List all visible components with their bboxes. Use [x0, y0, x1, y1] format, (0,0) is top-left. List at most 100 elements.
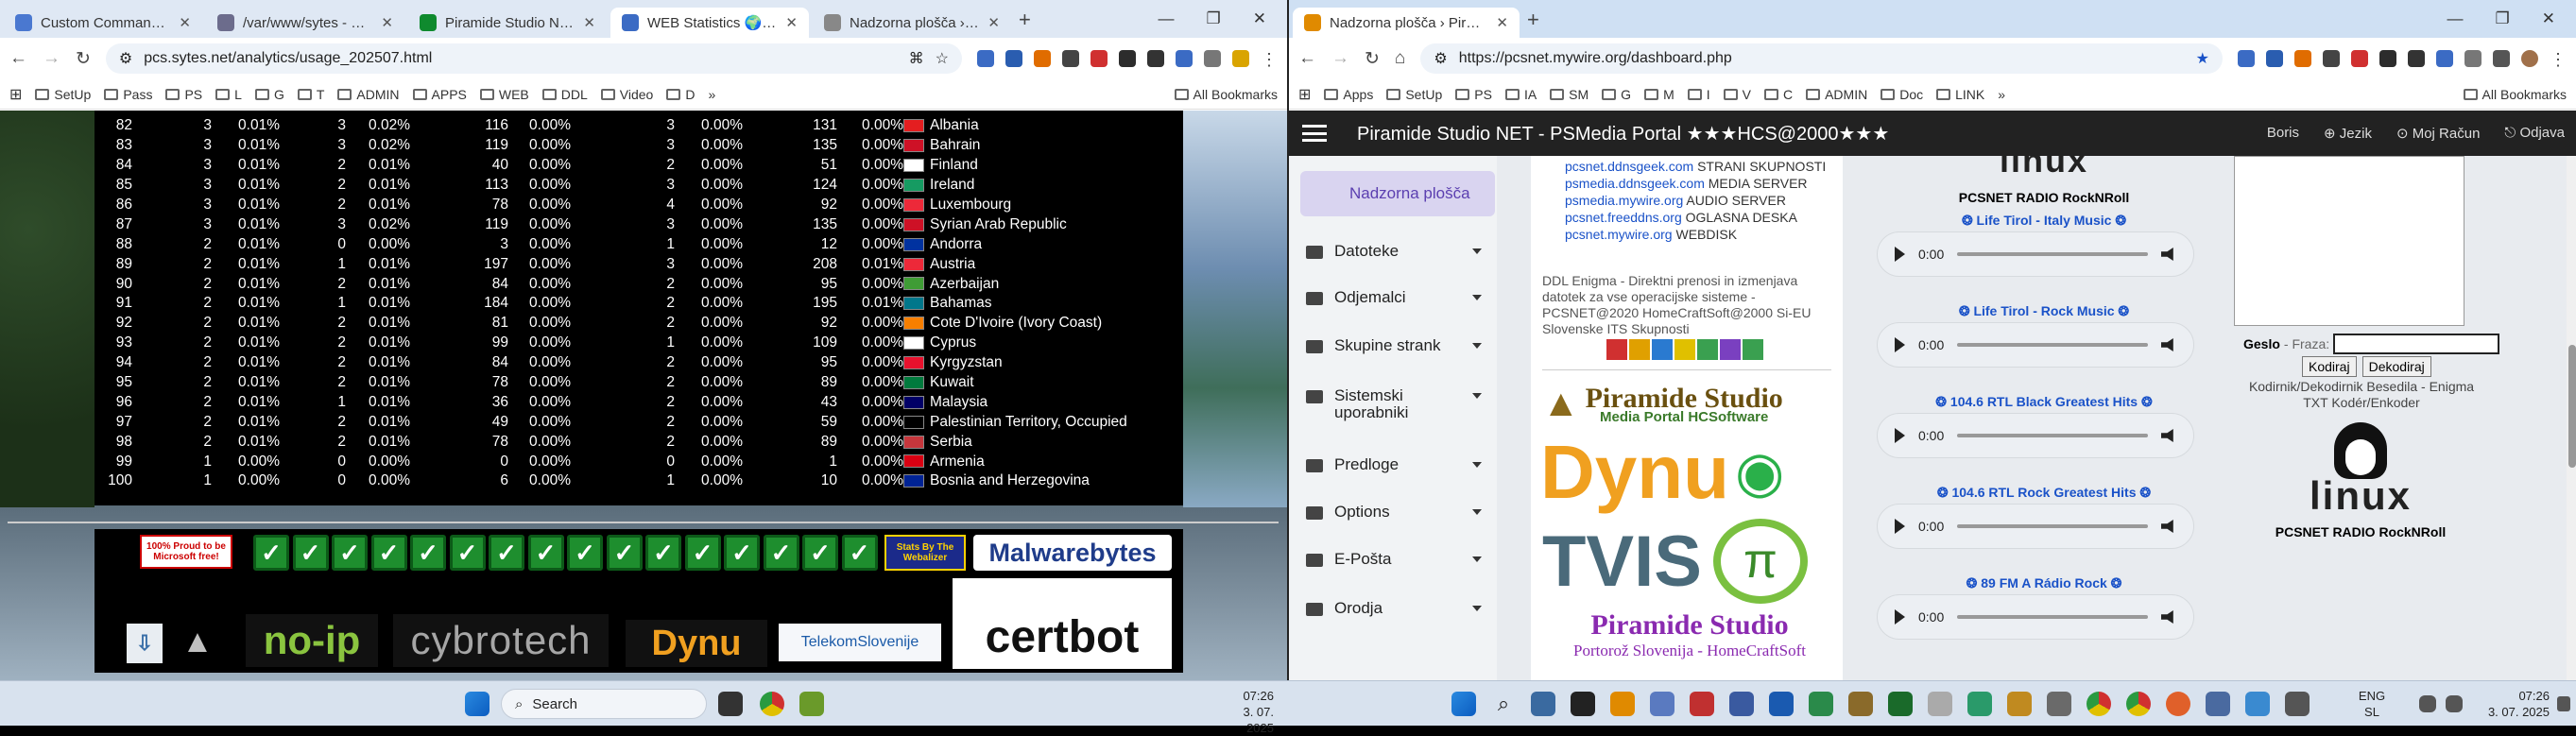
play-icon[interactable] — [1895, 428, 1905, 443]
volume-icon[interactable] — [2446, 695, 2463, 712]
download-icon[interactable] — [2493, 50, 2510, 67]
sidebar-item-templates[interactable]: Predloge — [1306, 456, 1491, 473]
all-bookmarks[interactable]: All Bookmarks — [1175, 87, 1278, 102]
nav-user[interactable]: Boris — [2267, 125, 2299, 142]
url-text[interactable]: pcs.sytes.net/analytics/usage_202507.htm… — [144, 50, 897, 67]
bookmark-item[interactable]: ADMIN — [337, 87, 399, 102]
extension-icon[interactable] — [2294, 50, 2311, 67]
tab-1[interactable]: Custom Commands/Execute✕ — [4, 8, 202, 38]
check-badge-icon[interactable]: ✓ — [450, 535, 486, 571]
bookmark-item[interactable]: WEB — [480, 87, 529, 102]
app-icon[interactable] — [1729, 692, 1754, 716]
check-badge-icon[interactable]: ✓ — [293, 535, 329, 571]
check-badge-icon[interactable]: ✓ — [253, 535, 289, 571]
password-input[interactable] — [2333, 334, 2499, 354]
close-tab-icon[interactable]: ✕ — [785, 14, 798, 31]
check-badge-icon[interactable]: ✓ — [685, 535, 721, 571]
notification-icon[interactable] — [2557, 696, 2570, 711]
terminal-icon[interactable] — [1571, 692, 1595, 716]
certbot-logo[interactable]: certbot — [953, 578, 1172, 669]
volume-icon[interactable] — [2161, 248, 2176, 261]
audio-player[interactable]: 0:00 — [1877, 231, 2194, 277]
extension-icon[interactable] — [1091, 50, 1108, 67]
microsoft-free-badge[interactable]: 100% Proud to be Microsoft free! — [140, 535, 232, 569]
app-icon[interactable] — [1610, 692, 1635, 716]
nav-account[interactable]: ⊙ Moj Račun — [2396, 125, 2480, 142]
bookmark-item[interactable]: T — [298, 87, 325, 102]
bookmark-item[interactable]: M — [1644, 87, 1674, 102]
brand-title[interactable]: Piramide Studio NET - PSMedia Portal ★★★… — [1357, 122, 1889, 145]
check-badge-icon[interactable]: ✓ — [489, 535, 524, 571]
tool-icon[interactable] — [1652, 339, 1673, 360]
bookmark-item[interactable]: Video — [601, 87, 654, 102]
service-link[interactable]: psmedia.ddnsgeek.com — [1565, 176, 1705, 191]
check-badge-icon[interactable]: ✓ — [567, 535, 603, 571]
windows-start-icon[interactable] — [465, 692, 489, 716]
piramide-logo[interactable]: ▲ Piramide Studio Media Portal HCSoftwar… — [1542, 381, 1837, 426]
volume-icon[interactable] — [2161, 520, 2176, 533]
star-icon[interactable]: ★ — [2196, 49, 2209, 68]
windows-start-icon[interactable] — [1451, 692, 1476, 716]
volume-icon[interactable] — [2161, 429, 2176, 442]
bookmark-item[interactable]: Doc — [1880, 87, 1923, 102]
clock-left[interactable]: 07:26 3. 07. 2025 — [1228, 688, 1274, 736]
clock-right[interactable]: 07:26 3. 07. 2025 — [2474, 688, 2550, 720]
back-icon[interactable]: ← — [9, 48, 27, 69]
extension-icon[interactable] — [1005, 50, 1022, 67]
apps-grid-icon[interactable]: ⊞ — [9, 85, 22, 104]
bookmark-item[interactable]: Apps — [1324, 87, 1373, 102]
bookmark-item[interactable]: PS — [165, 87, 202, 102]
extension-icon[interactable] — [1147, 50, 1164, 67]
word-icon[interactable] — [1769, 692, 1794, 716]
app-icon[interactable] — [2007, 692, 2032, 716]
sidebar-item-clients[interactable]: Odjemalci — [1306, 289, 1491, 306]
service-link[interactable]: pcsnet.ddnsgeek.com — [1565, 159, 1693, 174]
audio-player[interactable]: 0:00 — [1877, 594, 2194, 640]
translate-icon[interactable]: ⌘ — [909, 49, 924, 68]
sidebar-item-tools[interactable]: Orodja — [1306, 600, 1491, 617]
app-icon[interactable] — [799, 692, 824, 716]
firefox-icon[interactable] — [2166, 692, 2190, 716]
sidebar-item-system-users[interactable]: Sistemski uporabniki — [1306, 387, 1491, 421]
app-icon[interactable] — [1928, 692, 1952, 716]
taskbar-search[interactable]: ⌕ Search — [501, 689, 707, 719]
check-badge-icon[interactable]: ✓ — [371, 535, 407, 571]
check-badge-icon[interactable]: ✓ — [332, 535, 368, 571]
chrome-icon[interactable] — [760, 692, 784, 716]
text-area[interactable] — [2234, 156, 2464, 326]
bookmark-item[interactable]: IA — [1505, 87, 1537, 102]
tool-icon[interactable] — [1743, 339, 1763, 360]
audio-player[interactable]: 0:00 — [1877, 413, 2194, 458]
check-badge-icon[interactable]: ✓ — [528, 535, 564, 571]
extension-icon[interactable] — [1034, 50, 1051, 67]
tab-2[interactable]: /var/www/sytes - File Manag✕ — [206, 8, 404, 38]
extension-icon[interactable] — [1176, 50, 1193, 67]
task-view-icon[interactable] — [718, 692, 743, 716]
chrome-icon[interactable] — [2087, 692, 2111, 716]
minimize-icon[interactable]: — — [2447, 9, 2464, 28]
dynu-logo[interactable]: Dynu — [626, 620, 767, 667]
puzzle-icon[interactable] — [2464, 50, 2482, 67]
extension-icon[interactable] — [2408, 50, 2425, 67]
close-window-icon[interactable]: ✕ — [2542, 9, 2555, 28]
tab-5[interactable]: Nadzorna plošča › Piramide✕ — [813, 8, 1011, 38]
close-tab-icon[interactable]: ✕ — [583, 14, 595, 31]
play-icon[interactable] — [1895, 609, 1905, 625]
back-icon[interactable]: ← — [1298, 48, 1316, 69]
nav-language[interactable]: ⊕ Jezik — [2324, 125, 2372, 142]
app-icon[interactable] — [2206, 692, 2230, 716]
new-tab-button[interactable]: + — [1527, 8, 1539, 32]
sidebar-item-files[interactable]: Datoteke — [1306, 243, 1491, 260]
app-icon[interactable] — [1967, 692, 1992, 716]
play-icon[interactable] — [1895, 519, 1905, 534]
star-icon[interactable]: ☆ — [936, 49, 949, 68]
bookmark-item[interactable]: DDL — [542, 87, 588, 102]
bookmark-item[interactable]: APPS — [413, 87, 467, 102]
nav-logout[interactable]: ⎋ Odjava — [2504, 125, 2565, 142]
close-tab-icon[interactable]: ✕ — [1496, 14, 1508, 31]
progress-slider[interactable] — [1957, 252, 2148, 256]
app-icon[interactable] — [2245, 692, 2270, 716]
network-icon[interactable] — [2419, 695, 2436, 712]
bookmark-item[interactable]: SetUp — [35, 87, 91, 102]
all-bookmarks[interactable]: All Bookmarks — [2464, 87, 2567, 102]
